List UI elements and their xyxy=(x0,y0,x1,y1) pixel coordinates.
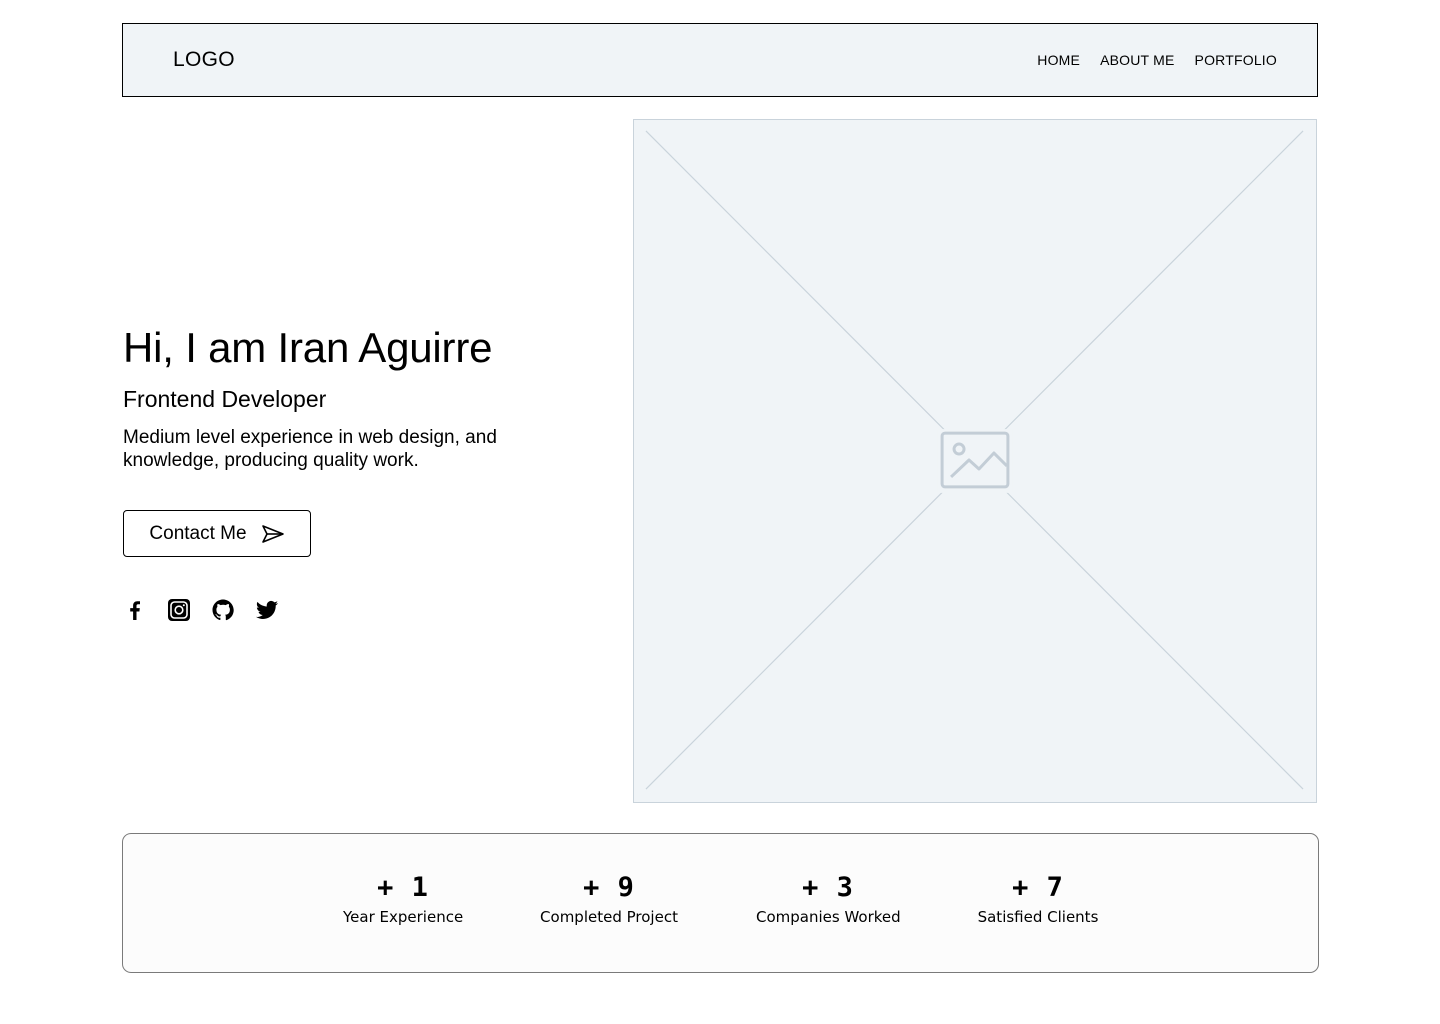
stat-value: + 3 xyxy=(802,872,854,903)
send-icon xyxy=(261,524,284,543)
stat-label: Year Experience xyxy=(343,908,464,926)
hero-image-placeholder xyxy=(633,119,1317,803)
logo[interactable]: LOGO xyxy=(173,48,235,72)
stat-value: + 1 xyxy=(377,872,429,903)
stat-label: Companies Worked xyxy=(756,908,901,926)
stat-completed-project: + 9 Completed Project xyxy=(539,872,679,927)
hero-description: Medium level experience in web design, a… xyxy=(123,427,497,471)
nav-home[interactable]: HOME xyxy=(1037,52,1080,68)
image-icon xyxy=(937,429,1013,493)
instagram-icon[interactable] xyxy=(167,596,191,624)
twitter-icon[interactable] xyxy=(255,596,279,624)
stat-year-experience: + 1 Year Experience xyxy=(343,872,463,927)
hero-title: Hi, I am Iran Aguirre xyxy=(123,324,493,371)
stat-value: + 9 xyxy=(583,872,635,903)
stat-companies-worked: + 3 Companies Worked xyxy=(756,872,901,927)
contact-me-button[interactable]: Contact Me xyxy=(123,510,311,557)
hero-role: Frontend Developer xyxy=(123,386,327,412)
stat-satisfied-clients: + 7 Satisfied Clients xyxy=(977,872,1099,927)
facebook-icon[interactable] xyxy=(123,596,147,624)
stat-value: + 7 xyxy=(1012,872,1064,903)
contact-me-label: Contact Me xyxy=(149,522,247,544)
stat-label: Satisfied Clients xyxy=(977,908,1099,926)
nav-portfolio[interactable]: PORTFOLIO xyxy=(1195,52,1277,68)
main-nav: HOME ABOUT ME PORTFOLIO xyxy=(1037,52,1277,68)
stats-panel: + 1 Year Experience + 9 Completed Projec… xyxy=(122,833,1319,973)
github-icon[interactable] xyxy=(211,596,235,624)
nav-about-me[interactable]: ABOUT ME xyxy=(1100,52,1174,68)
site-header: LOGO HOME ABOUT ME PORTFOLIO xyxy=(122,23,1318,97)
social-links xyxy=(123,596,279,624)
hero-section: Hi, I am Iran Aguirre Frontend Developer… xyxy=(123,322,593,472)
stat-label: Completed Project xyxy=(540,908,678,926)
